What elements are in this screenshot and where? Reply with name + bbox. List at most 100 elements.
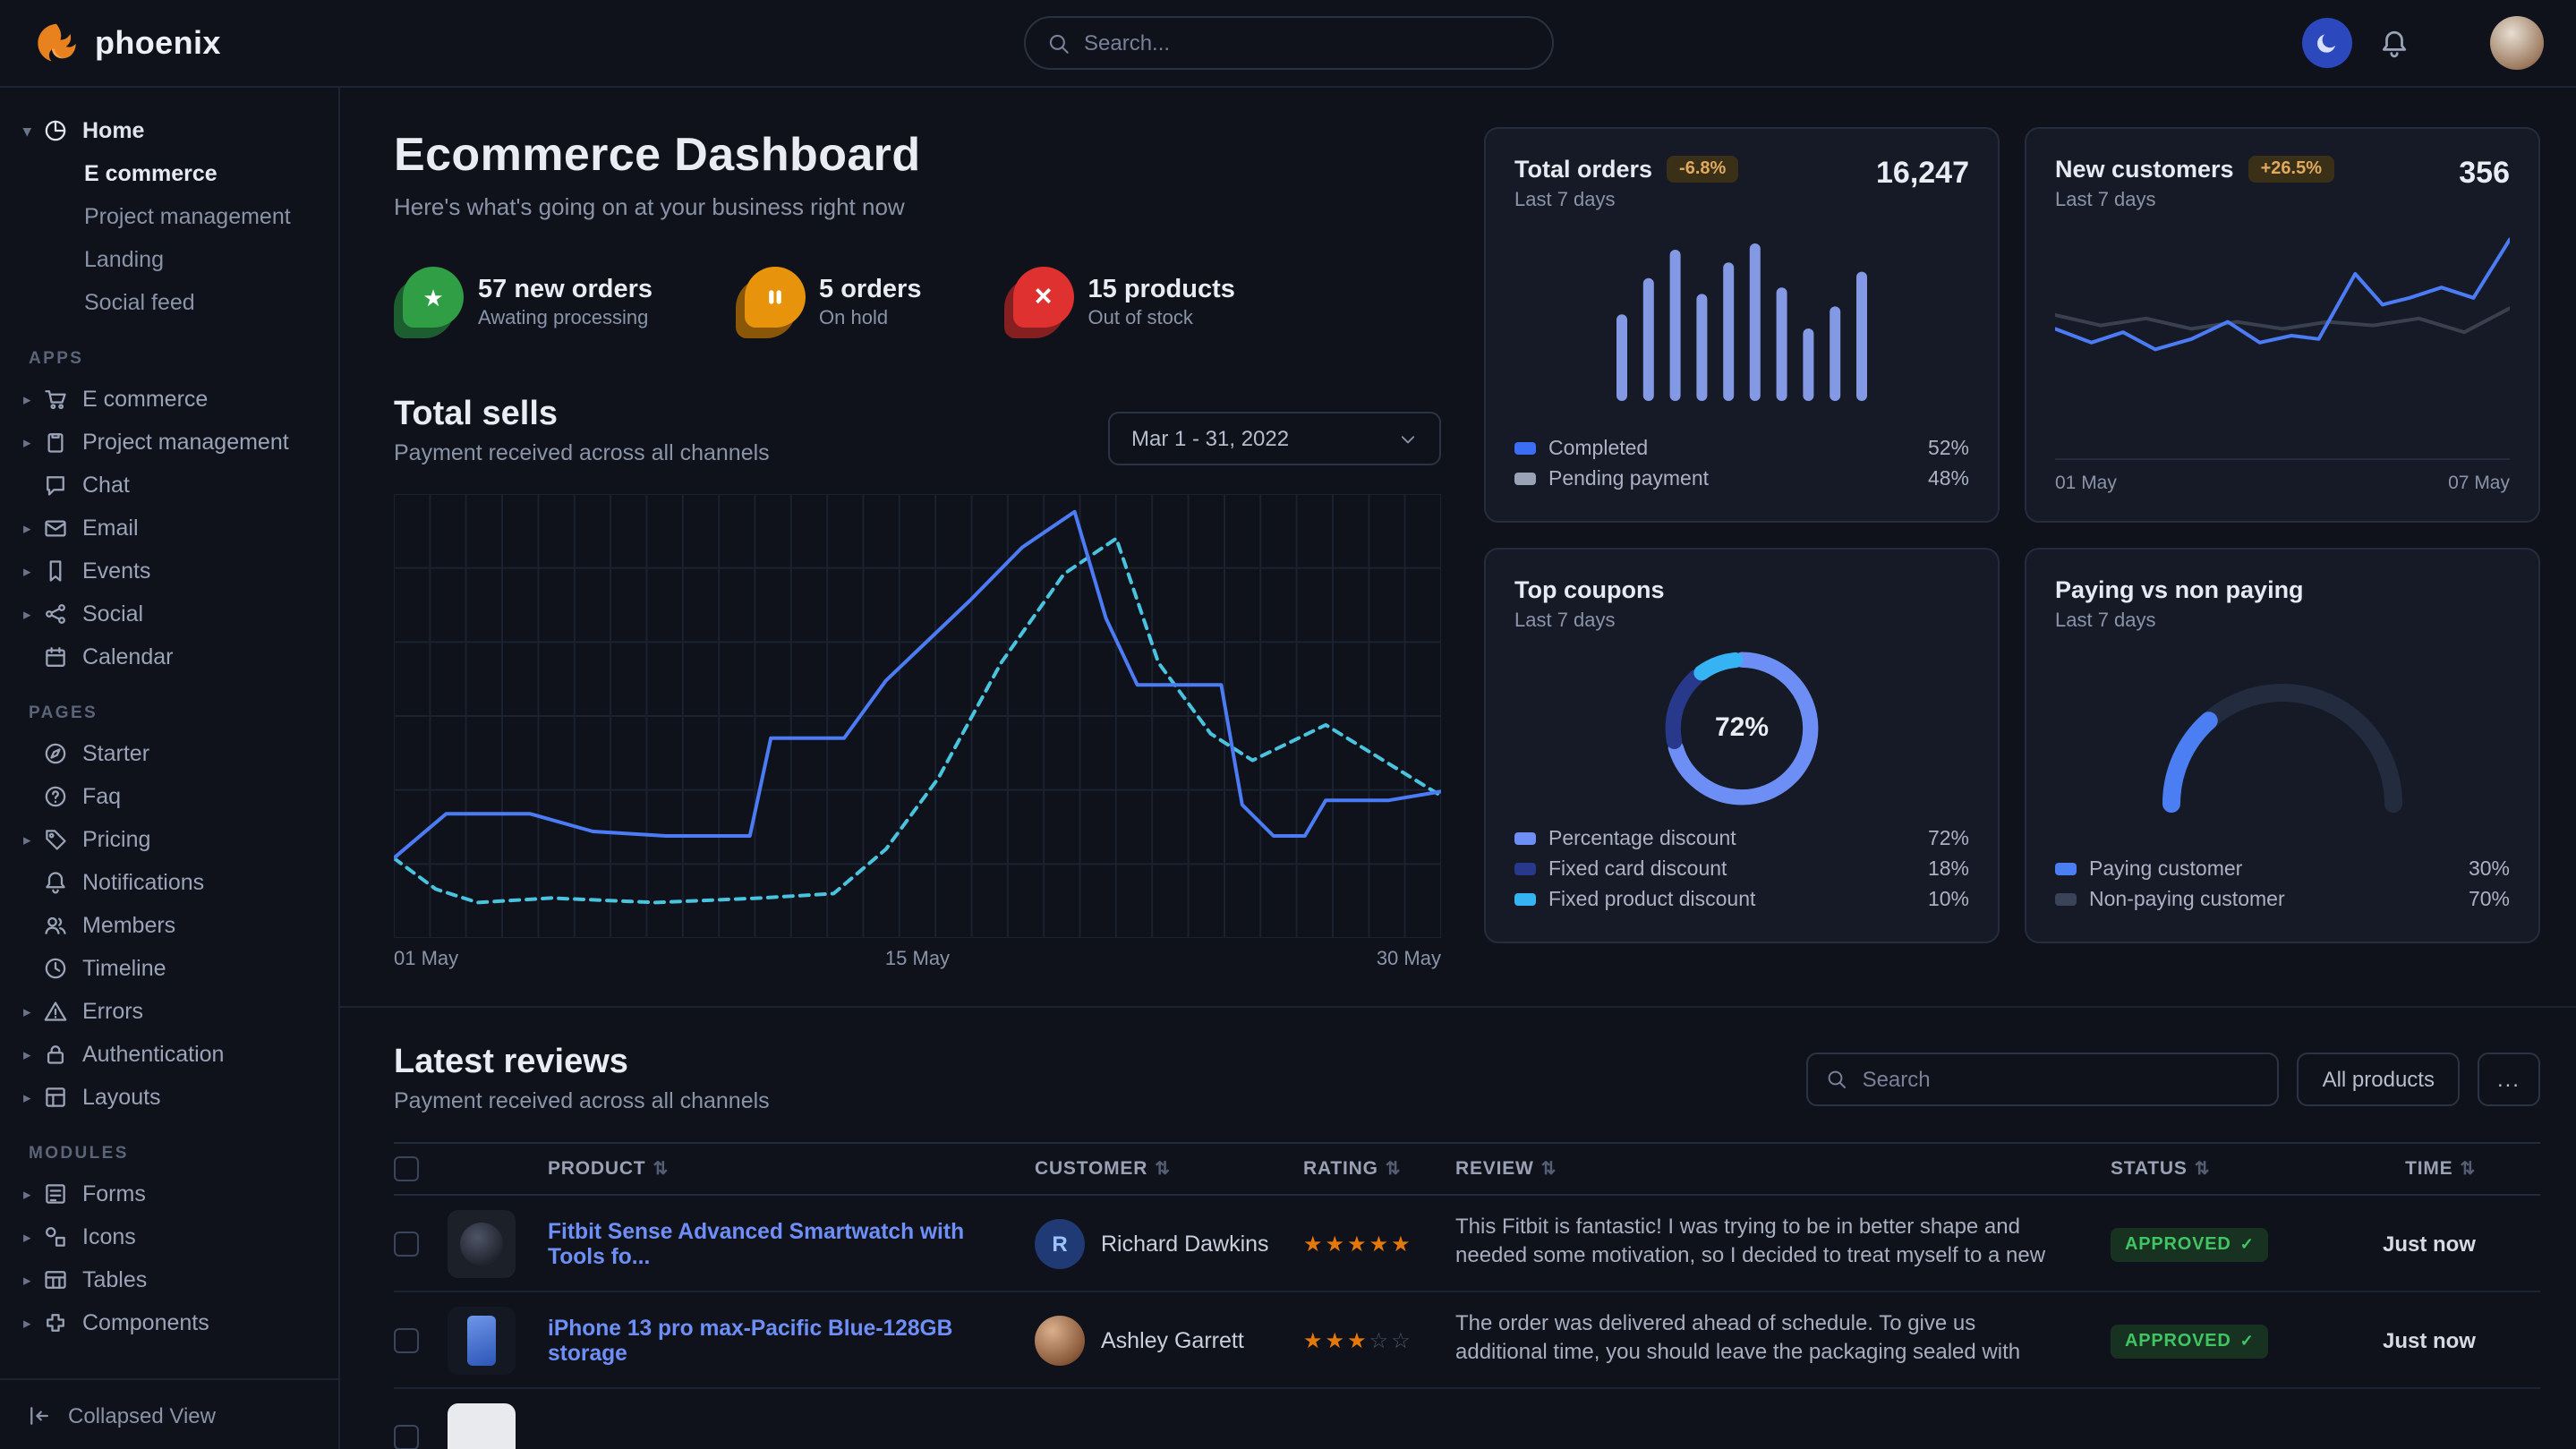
total-orders-card: Total orders -6.8% Last 7 days 16,247 Co… <box>1484 127 2000 523</box>
dashboard-header-section: Ecommerce Dashboard Here's what's going … <box>394 127 1441 970</box>
sidebar-item-home[interactable]: ▾ Home <box>0 109 338 152</box>
caret-right-icon: ▸ <box>23 518 43 538</box>
card-title: New customers <box>2055 156 2234 183</box>
table-header-row: PRODUCT⇅ CUSTOMER⇅ RATING⇅ REVIEW⇅ STATU… <box>394 1142 2540 1196</box>
caret-right-icon: ▸ <box>23 1087 43 1107</box>
sidebar-item-label: Timeline <box>82 956 166 981</box>
sidebar-item-faq[interactable]: Faq <box>0 775 338 818</box>
sidebar-item-timeline[interactable]: Timeline <box>0 947 338 990</box>
sidebar-item-starter[interactable]: Starter <box>0 732 338 775</box>
sidebar-item-layouts[interactable]: ▸ Layouts <box>0 1076 338 1119</box>
global-search-input[interactable] <box>1084 30 1530 55</box>
row-checkbox[interactable] <box>394 1231 419 1256</box>
collapsed-view-button[interactable]: Collapsed View <box>0 1378 338 1449</box>
sidebar-item-events[interactable]: ▸ Events <box>0 550 338 592</box>
alert-icon <box>43 999 68 1024</box>
customer-avatar <box>1035 1315 1085 1365</box>
sidebar-item-pricing[interactable]: ▸ Pricing <box>0 818 338 861</box>
customer-name: Ashley Garrett <box>1101 1327 1244 1352</box>
sidebar-item-label: Events <box>82 558 150 584</box>
sidebar-item-tables[interactable]: ▸ Tables <box>0 1258 338 1301</box>
brand-logo[interactable]: phoenix <box>32 19 221 67</box>
sidebar-item-calendar[interactable]: Calendar <box>0 635 338 678</box>
tag-icon <box>43 827 68 852</box>
sidebar-item-chat[interactable]: Chat <box>0 464 338 507</box>
clipboard-icon <box>43 430 68 455</box>
sidebar-item-e-commerce[interactable]: E commerce <box>0 152 338 195</box>
topbar-actions <box>2302 16 2544 70</box>
sidebar-item-label: Layouts <box>82 1085 161 1110</box>
page-subtitle: Here's what's going on at your business … <box>394 193 1441 220</box>
sort-icon: ⇅ <box>653 1159 669 1179</box>
sidebar-item-components[interactable]: ▸ Components <box>0 1301 338 1344</box>
apps-grid-button[interactable] <box>2436 30 2463 56</box>
caret-right-icon: ▸ <box>23 432 43 452</box>
global-search[interactable] <box>1023 16 1553 70</box>
stat-value: 57 new orders <box>478 276 653 304</box>
sidebar-item-social-feed[interactable]: Social feed <box>0 281 338 324</box>
column-header-customer[interactable]: CUSTOMER⇅ <box>1035 1158 1303 1180</box>
topbar: phoenix <box>0 0 2576 88</box>
legend-label: Paying customer <box>2089 858 2242 880</box>
select-all-checkbox[interactable] <box>394 1156 419 1181</box>
column-header-rating[interactable]: RATING⇅ <box>1303 1158 1455 1180</box>
user-avatar[interactable] <box>2490 16 2544 70</box>
stat-value: 5 orders <box>819 276 921 304</box>
sidebar-item-e-commerce[interactable]: ▸ E commerce <box>0 378 338 421</box>
column-header-review[interactable]: REVIEW⇅ <box>1455 1158 2111 1180</box>
caret-right-icon: ▸ <box>23 1044 43 1064</box>
donut-center-label: 72% <box>1715 712 1769 743</box>
more-options-button[interactable]: ... <box>2478 1052 2540 1105</box>
sidebar-item-notifications[interactable]: Notifications <box>0 861 338 904</box>
sidebar-item-label: Components <box>82 1310 209 1335</box>
status-badge: APPROVED✓ <box>2111 1227 2269 1261</box>
date-range-select[interactable]: Mar 1 - 31, 2022 <box>1108 412 1441 465</box>
sidebar-item-errors[interactable]: ▸ Errors <box>0 990 338 1033</box>
reviews-search[interactable] <box>1807 1052 2280 1105</box>
theme-toggle-button[interactable] <box>2302 18 2352 68</box>
product-link[interactable]: iPhone 13 pro max-Pacific Blue-128GB sto… <box>548 1315 1035 1365</box>
legend-value: 10% <box>1928 889 1969 910</box>
x-end-label: 07 May <box>2448 473 2510 494</box>
legend-label: Fixed product discount <box>1548 889 1755 910</box>
check-icon: ✓ <box>2240 1234 2255 1254</box>
stat-on-hold: 5 orders On hold <box>735 267 921 338</box>
product-link[interactable]: Fitbit Sense Advanced Smartwatch with To… <box>548 1218 1035 1268</box>
sidebar-item-project-management[interactable]: Project management <box>0 195 338 238</box>
row-checkbox[interactable] <box>394 1424 419 1449</box>
row-checkbox[interactable] <box>394 1327 419 1352</box>
new-customers-line-chart <box>2055 229 2510 401</box>
sidebar-item-label: Forms <box>82 1181 146 1206</box>
reviews-search-input[interactable] <box>1863 1066 2260 1091</box>
reviews-table: PRODUCT⇅ CUSTOMER⇅ RATING⇅ REVIEW⇅ STATU… <box>394 1142 2540 1449</box>
sidebar-item-label: Authentication <box>82 1042 224 1067</box>
sidebar-item-social[interactable]: ▸ Social <box>0 592 338 635</box>
all-products-button[interactable]: All products <box>2298 1052 2460 1105</box>
total-sells-subtitle: Payment received across all channels <box>394 440 770 465</box>
notifications-button[interactable] <box>2379 28 2410 58</box>
sidebar-item-email[interactable]: ▸ Email <box>0 507 338 550</box>
status-badge: APPROVED✓ <box>2111 1324 2269 1358</box>
column-header-status[interactable]: STATUS⇅ <box>2111 1158 2336 1180</box>
x-start-label: 01 May <box>2055 473 2117 494</box>
sidebar-item-landing[interactable]: Landing <box>0 238 338 281</box>
sidebar-item-project-management[interactable]: ▸ Project management <box>0 421 338 464</box>
sidebar-item-label: Pricing <box>82 827 150 852</box>
sidebar-item-authentication[interactable]: ▸ Authentication <box>0 1033 338 1076</box>
sidebar-item-forms[interactable]: ▸ Forms <box>0 1172 338 1215</box>
kpi-cards: Total orders -6.8% Last 7 days 16,247 Co… <box>1484 127 2540 970</box>
sort-icon: ⇅ <box>2460 1159 2476 1179</box>
rating-stars: ★★★☆☆ <box>1303 1324 1455 1356</box>
legend-item: Fixed card discount 18% <box>1514 854 1969 884</box>
page-title: Ecommerce Dashboard <box>394 127 1441 183</box>
sidebar-item-members[interactable]: Members <box>0 904 338 947</box>
customer-name: Richard Dawkins <box>1101 1231 1269 1256</box>
sidebar-item-label: Icons <box>82 1224 136 1249</box>
column-header-product[interactable]: PRODUCT⇅ <box>548 1158 1035 1180</box>
legend-swatch <box>1514 863 1536 875</box>
latest-reviews-section: Latest reviews Payment received across a… <box>340 1006 2576 1449</box>
total-orders-legend: Completed 52% Pending payment 48% <box>1514 433 1969 494</box>
column-header-time[interactable]: TIME⇅ <box>2405 1158 2476 1180</box>
sidebar-item-label: Calendar <box>82 644 173 669</box>
sidebar-item-icons[interactable]: ▸ Icons <box>0 1215 338 1258</box>
